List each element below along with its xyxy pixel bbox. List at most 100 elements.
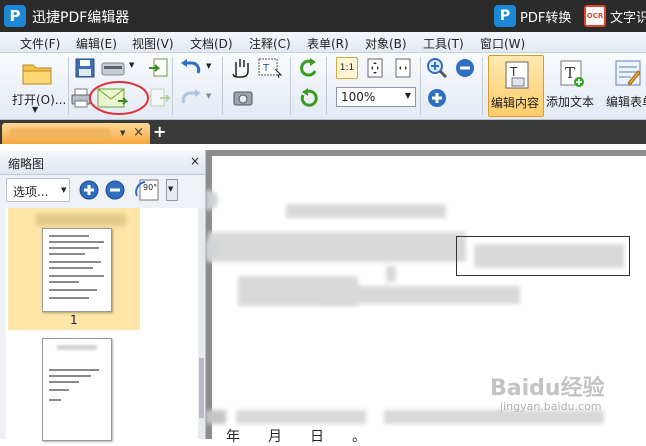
zoom-value: 100% — [341, 90, 376, 104]
chevron-down-icon: ▼ — [61, 186, 67, 194]
add-text-icon: T — [560, 60, 584, 87]
thumbnail-zoom-in-icon[interactable] — [78, 179, 100, 201]
snapshot-icon[interactable] — [232, 87, 254, 109]
add-text-button[interactable]: T 添加文本 — [546, 55, 600, 117]
redacted-text — [208, 232, 466, 262]
document-tab-strip: ▼ × + — [0, 120, 646, 144]
rotate-dropdown[interactable]: ▼ — [166, 179, 178, 201]
thumbnail-scrollbar[interactable] — [198, 208, 205, 439]
menu-object[interactable]: 对象(B) — [365, 35, 407, 52]
svg-text:T: T — [262, 63, 270, 74]
thumbnail-page-image — [42, 338, 112, 441]
edit-content-icon: T — [505, 61, 529, 89]
svg-text:T: T — [565, 64, 575, 82]
menu-comment[interactable]: 注释(C) — [249, 35, 291, 52]
save-icon[interactable] — [74, 57, 96, 79]
separator — [222, 57, 223, 115]
separator — [326, 57, 327, 115]
app-title: 迅捷PDF编辑器 — [32, 10, 130, 26]
edit-content-label: 编辑内容 — [491, 96, 540, 110]
select-text-icon[interactable]: T — [257, 57, 283, 79]
separator — [290, 57, 291, 115]
chevron-down-icon: ▼ — [404, 91, 411, 100]
scrollbar-thumb[interactable] — [199, 358, 204, 418]
menu-edit[interactable]: 编辑(E) — [76, 35, 117, 52]
thumbnail-panel-title: 缩略图 — [8, 157, 45, 171]
edit-content-button[interactable]: T 编辑内容 — [488, 55, 544, 117]
document-tab-title — [10, 128, 110, 138]
edit-form-icon — [615, 60, 641, 86]
menu-tools[interactable]: 工具(T) — [423, 35, 464, 52]
scanner-icon[interactable] — [100, 57, 128, 79]
menu-document[interactable]: 文档(D) — [190, 35, 233, 52]
rotate-left-icon[interactable] — [298, 57, 320, 79]
separator — [68, 57, 69, 115]
zoom-plus-icon[interactable] — [426, 87, 448, 109]
redacted-text — [236, 410, 366, 424]
rotate-label: 90° — [143, 183, 158, 192]
undo-dropdown-icon[interactable]: ▼ — [206, 62, 211, 70]
thumbnail-page-image — [42, 228, 112, 312]
thumbnail-page-number: 1 — [70, 313, 78, 327]
redacted-text — [206, 410, 226, 424]
open-dropdown-icon[interactable]: ▼ — [32, 105, 38, 114]
export-page-icon[interactable] — [148, 87, 170, 109]
menu-view[interactable]: 视图(V) — [132, 35, 174, 52]
new-tab-icon[interactable]: + — [153, 122, 166, 141]
edit-form-label: 编辑表单 — [606, 95, 646, 109]
zoom-select[interactable]: 100% ▼ — [336, 87, 416, 107]
app-logo-icon: P — [4, 5, 26, 27]
redacted-text — [474, 244, 624, 268]
fit-width-icon[interactable] — [392, 57, 414, 79]
thumbnail-toolbar: 选项... ▼ 90° ▼ — [6, 178, 202, 204]
toolbar: 打开(O)... ▼ ▼ ▼ ▼ T 1:1 100% ▼ T 编辑内容 T 添… — [0, 53, 646, 120]
svg-text:T: T — [509, 65, 518, 79]
watermark: Baidu经验 — [490, 376, 605, 401]
zoom-in-icon[interactable] — [426, 57, 448, 79]
pdf-convert-icon: P — [494, 5, 516, 27]
tab-dropdown-icon[interactable]: ▼ — [120, 129, 125, 137]
title-bar: P 迅捷PDF编辑器 P PDF转换 OCR 文字识 — [0, 0, 646, 32]
rotate-thumbnail-button[interactable]: 90° — [134, 178, 164, 202]
separator — [172, 57, 173, 115]
options-dropdown[interactable]: 选项... ▼ — [6, 178, 70, 202]
document-tab[interactable]: ▼ × — [2, 123, 150, 144]
open-label: 打开(O)... — [12, 93, 67, 107]
redo-icon[interactable] — [178, 87, 204, 109]
folder-icon — [22, 64, 52, 85]
ocr-label: 文字识 — [610, 11, 646, 26]
edit-form-button[interactable]: 编辑表单 — [604, 55, 646, 117]
hand-tool-icon[interactable] — [230, 57, 252, 79]
actual-size-button[interactable]: 1:1 — [336, 57, 358, 79]
menu-file[interactable]: 文件(F) — [20, 35, 60, 52]
open-button[interactable]: 打开(O)... ▼ — [6, 55, 66, 117]
menu-form[interactable]: 表单(R) — [307, 35, 349, 52]
thumbnail-panel: 缩略图 × 选项... ▼ 90° ▼ 1 — [0, 150, 206, 441]
zoom-out-icon[interactable] — [454, 57, 476, 79]
chevron-down-icon: ▼ — [168, 185, 174, 193]
menu-window[interactable]: 窗口(W) — [480, 35, 525, 52]
thumbnail-page-1[interactable]: 1 — [8, 208, 140, 330]
separator — [482, 57, 483, 115]
close-icon[interactable]: × — [190, 154, 200, 168]
redacted-text — [386, 266, 396, 282]
scanner-dropdown-icon[interactable]: ▼ — [129, 61, 134, 69]
watermark-sub: jingyan.baidu.com — [500, 400, 602, 413]
redo-dropdown-icon[interactable]: ▼ — [206, 92, 211, 100]
document-date-text: 年月日。 — [226, 429, 394, 445]
add-text-label: 添加文本 — [546, 95, 595, 109]
rotate-right-icon[interactable] — [298, 87, 320, 109]
redacted-text — [286, 204, 446, 218]
thumbnail-blur — [36, 214, 126, 226]
import-page-icon[interactable] — [148, 57, 170, 79]
menu-bar: 文件(F) 编辑(E) 视图(V) 文档(D) 注释(C) 表单(R) 对象(B… — [0, 32, 646, 53]
pdf-convert-label: PDF转换 — [520, 11, 572, 26]
thumbnail-zoom-out-icon[interactable] — [104, 179, 126, 201]
thumbnail-page-2[interactable] — [42, 338, 112, 441]
separator — [420, 57, 421, 115]
undo-icon[interactable] — [178, 57, 204, 79]
thumbnail-list: 1 — [6, 208, 198, 441]
close-icon[interactable]: × — [133, 125, 144, 140]
fit-page-icon[interactable] — [364, 57, 386, 79]
redacted-text — [320, 286, 520, 304]
